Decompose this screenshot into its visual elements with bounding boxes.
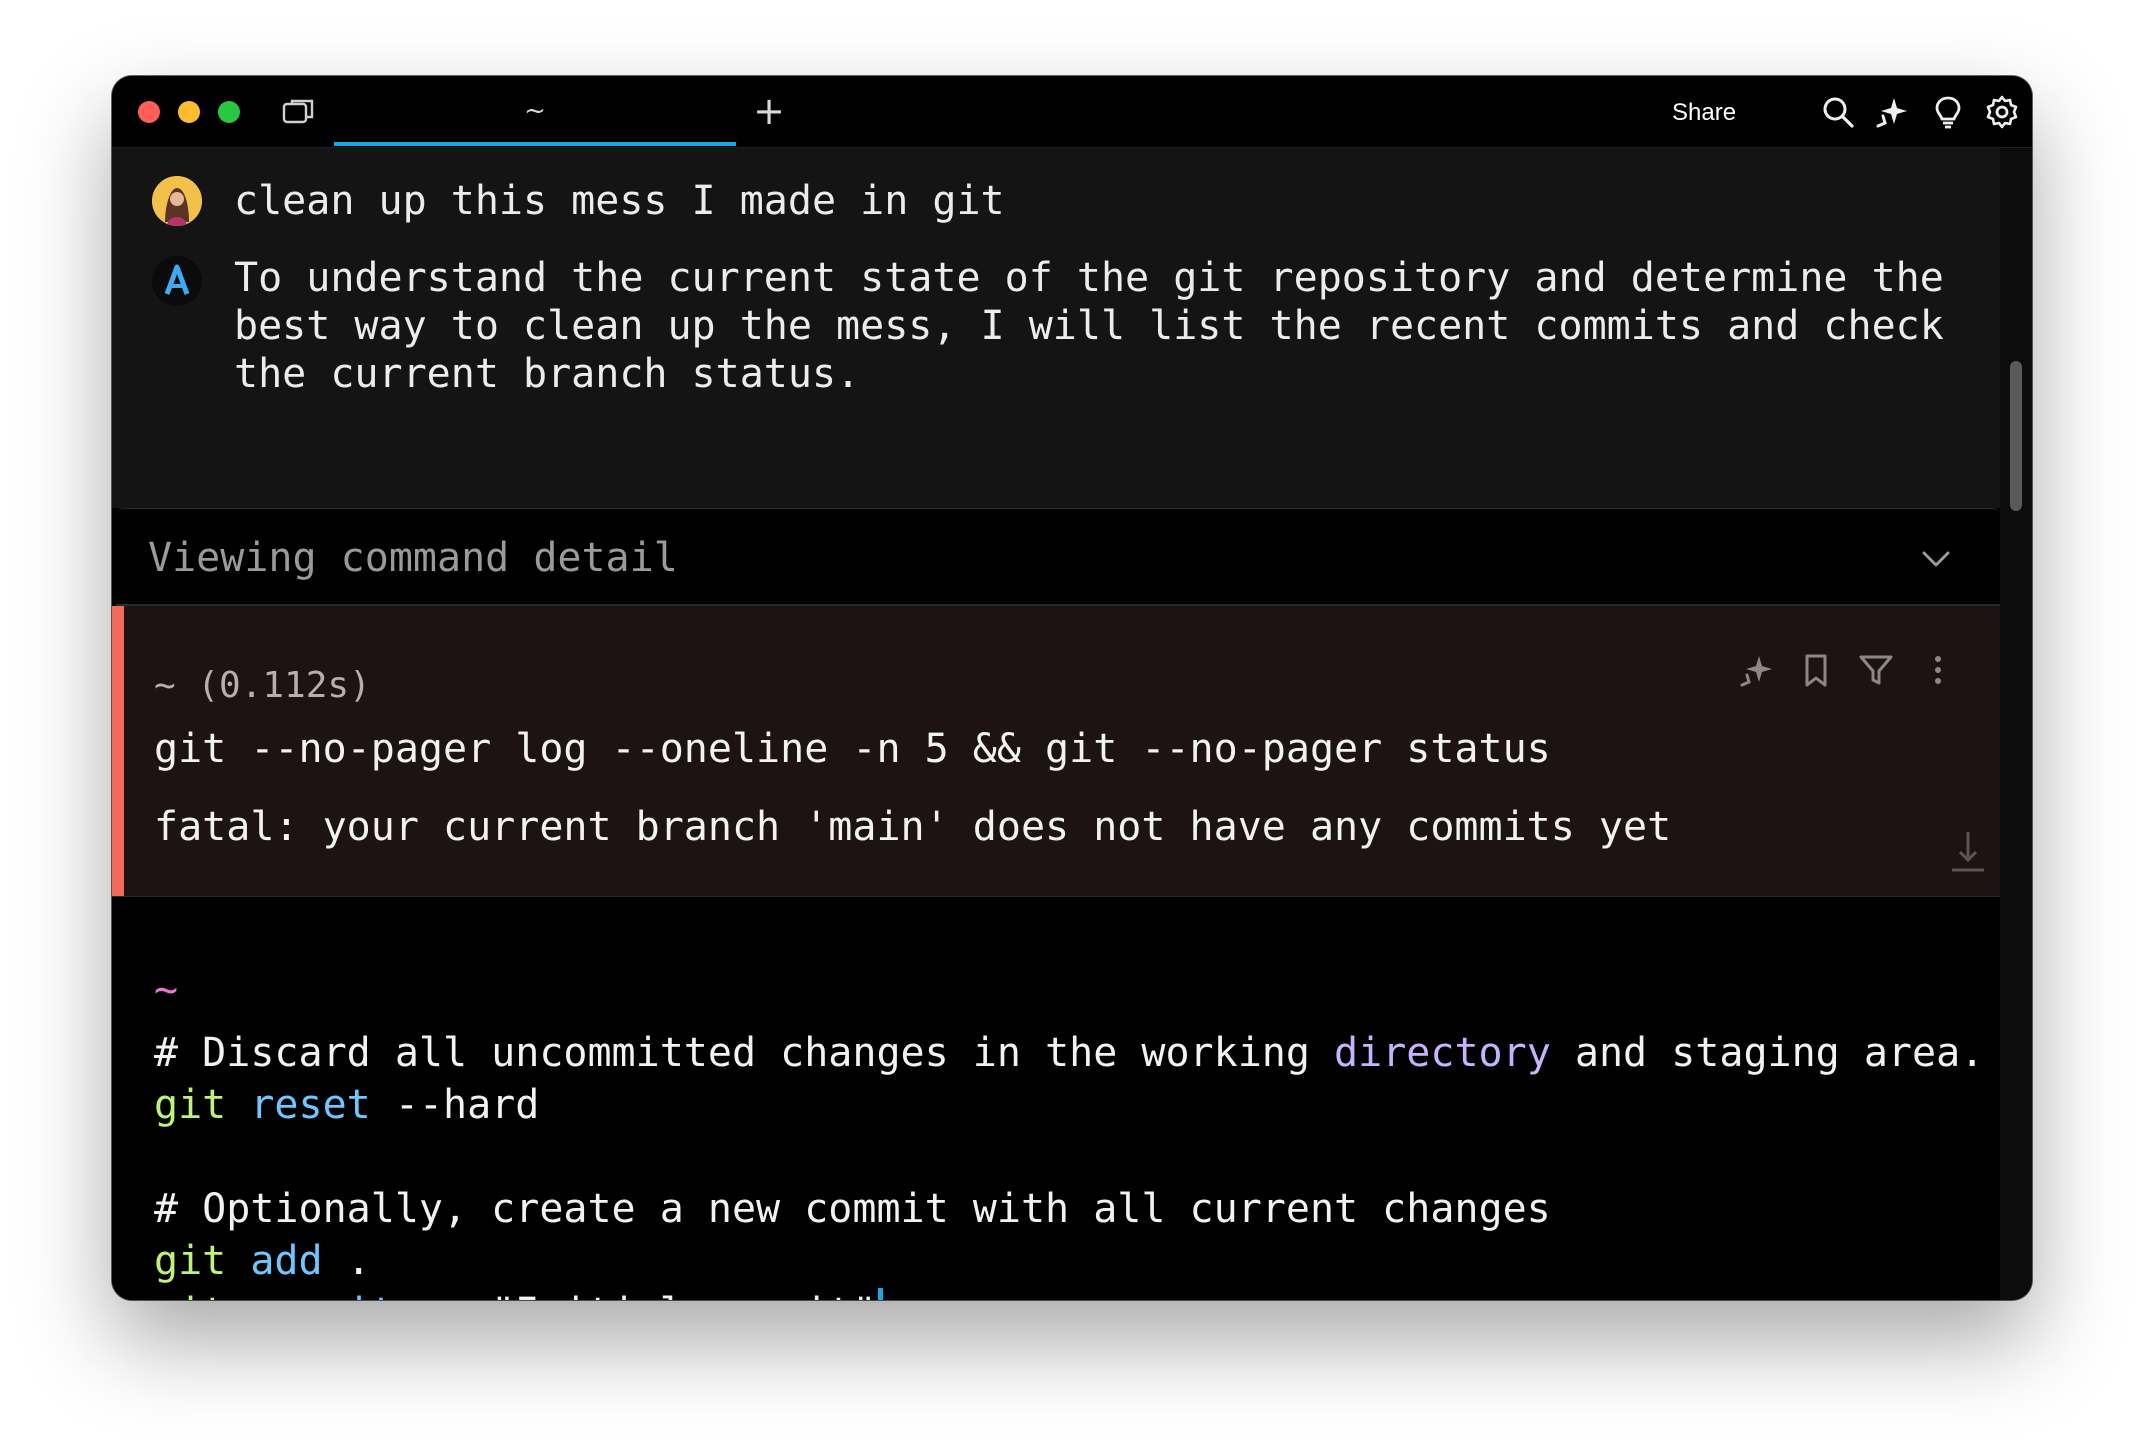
zoom-window-button[interactable] — [218, 101, 240, 123]
agent-logo-icon — [152, 256, 202, 306]
ai-sparkle-icon[interactable] — [1874, 94, 1910, 130]
scrollbar-track[interactable] — [2000, 148, 2032, 1300]
tab-home[interactable]: ~ — [334, 76, 736, 146]
scroll-to-bottom-icon[interactable] — [1948, 828, 1988, 876]
share-button[interactable]: Share — [1672, 96, 1736, 130]
chevron-down-icon[interactable] — [1916, 539, 1956, 579]
user-avatar-icon — [152, 176, 202, 226]
command-detail-title: Viewing command detail — [148, 535, 678, 581]
command-detail-header[interactable]: Viewing command detail — [116, 508, 2000, 606]
command-text: git --no-pager log --oneline -n 5 && git… — [154, 726, 1551, 772]
new-tab-button[interactable]: + — [744, 86, 794, 136]
search-icon[interactable] — [1820, 94, 1856, 130]
agent-message: To understand the current state of the g… — [234, 255, 1944, 397]
editor-line-commit: git commit -m "Initial commit" — [154, 1287, 884, 1300]
terminal-window: ~ + Share clean up this mess I made in g… — [112, 76, 2032, 1300]
prompt-directory: ~ — [154, 967, 179, 1013]
close-window-button[interactable] — [138, 101, 160, 123]
error-accent-bar — [112, 606, 124, 896]
user-message: clean up this mess I made in git — [234, 178, 1005, 224]
editor-line-reset: git reset --hard — [154, 1082, 540, 1128]
ai-sparkle-icon[interactable] — [1736, 650, 1776, 690]
gear-icon[interactable] — [1984, 94, 2020, 130]
command-meta: ~ (0.112s) — [154, 665, 371, 706]
more-options-icon[interactable] — [1918, 650, 1958, 690]
editor-line-add: git add . — [154, 1238, 371, 1284]
bookmark-icon[interactable] — [1796, 650, 1836, 690]
user-avatar — [152, 176, 202, 226]
command-editor[interactable]: ~ # Discard all uncommitted changes in t… — [112, 896, 2000, 1300]
editor-line-comment-1: # Discard all uncommitted changes in the… — [154, 1030, 1985, 1076]
minimize-window-button[interactable] — [178, 101, 200, 123]
filter-icon[interactable] — [1856, 650, 1896, 690]
text-cursor — [878, 1288, 884, 1300]
command-output: fatal: your current branch 'main' does n… — [154, 804, 1672, 850]
agent-avatar — [152, 256, 202, 306]
panel-icon[interactable] — [282, 98, 316, 126]
scrollbar-thumb[interactable] — [2010, 361, 2022, 511]
lightbulb-icon[interactable] — [1930, 94, 1966, 130]
title-bar: ~ + Share — [112, 76, 2032, 148]
editor-line-comment-2: # Optionally, create a new commit with a… — [154, 1186, 1551, 1232]
command-block[interactable]: ~ (0.112s) git --no-pager log --oneline … — [112, 606, 2000, 896]
